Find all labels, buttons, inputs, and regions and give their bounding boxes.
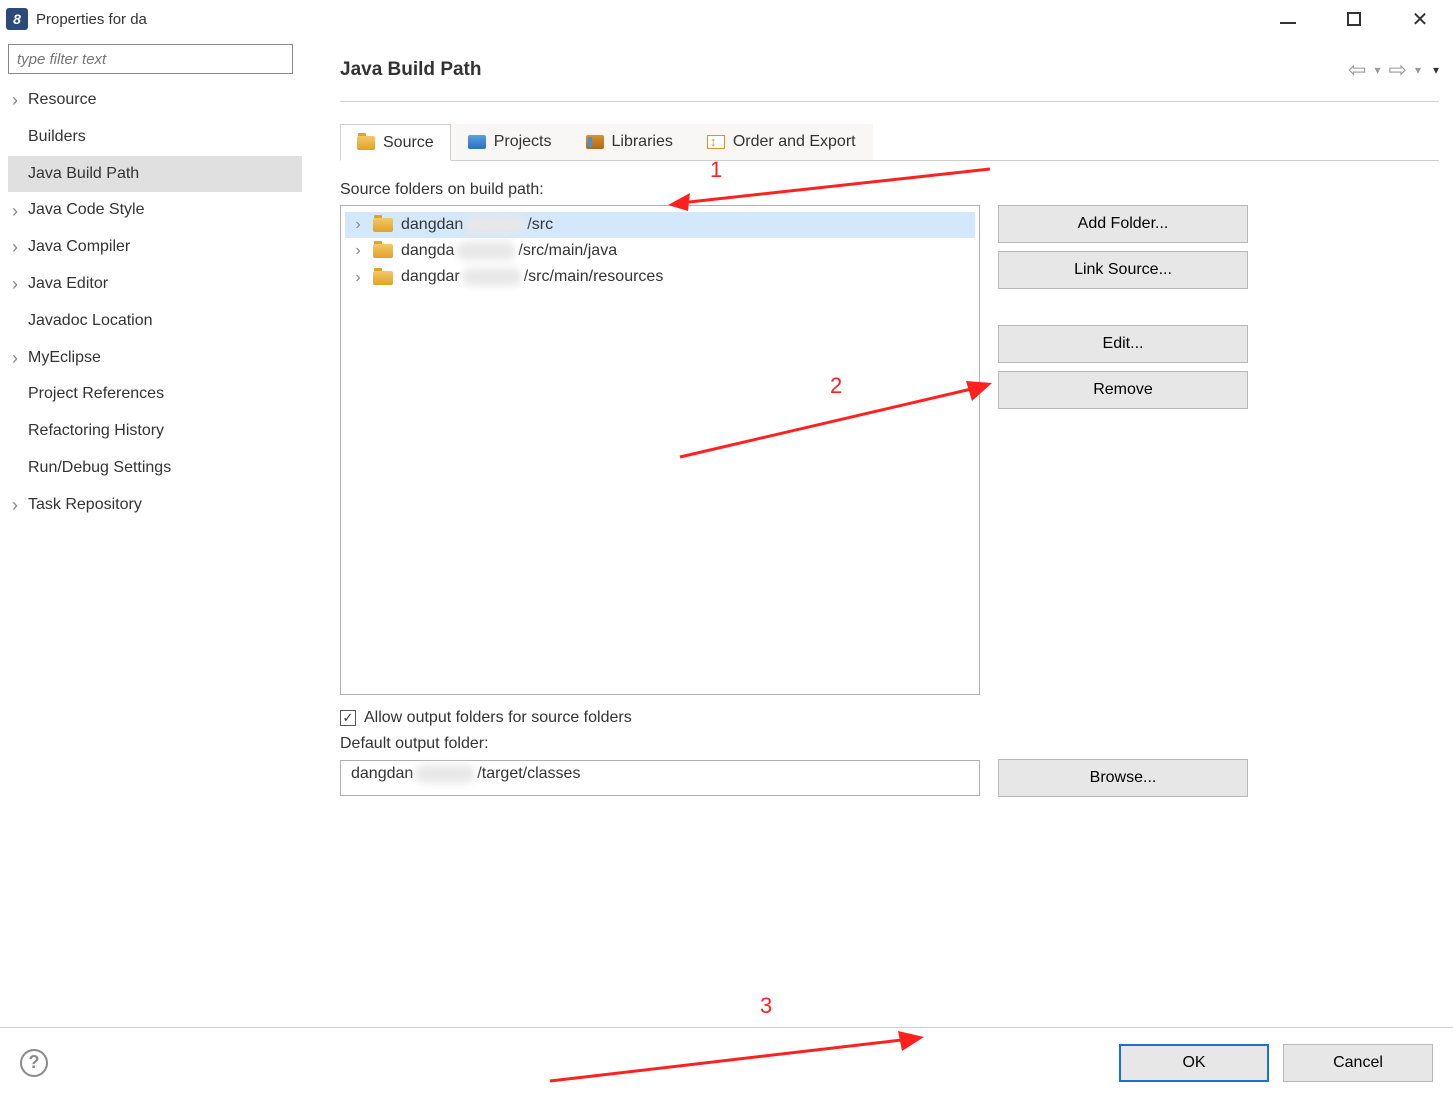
sidebar-item-resource[interactable]: Resource <box>8 82 302 119</box>
source-folder-row[interactable]: ›dangdan/src <box>345 212 975 238</box>
chevron-right-icon: › <box>351 269 365 287</box>
filter-input[interactable] <box>8 44 293 74</box>
view-menu-icon[interactable]: ▾ <box>1433 63 1439 77</box>
window-title: Properties for da <box>36 11 147 28</box>
dialog-footer: ? OK Cancel <box>0 1027 1453 1097</box>
cancel-button[interactable]: Cancel <box>1283 1044 1433 1082</box>
sidebar-item-run-debug-settings[interactable]: Run/Debug Settings <box>8 450 302 487</box>
source-folders-list[interactable]: ›dangdan/src›dangda/src/main/java›dangda… <box>340 205 980 695</box>
default-output-label: Default output folder: <box>340 735 1439 753</box>
tab-order-and-export[interactable]: Order and Export <box>690 124 873 160</box>
default-output-field[interactable]: dangdan/target/classes <box>340 760 980 796</box>
properties-sidebar: ResourceBuildersJava Build PathJava Code… <box>0 38 310 1027</box>
source-folder-row[interactable]: ›dangda/src/main/java <box>345 238 975 264</box>
edit-button[interactable]: Edit... <box>998 325 1248 363</box>
chevron-right-icon: › <box>351 242 365 260</box>
sidebar-item-builders[interactable]: Builders <box>8 119 302 156</box>
main-panel: Java Build Path ⇦ ▾ ⇨ ▾ ▾ SourceProjects… <box>310 38 1453 1027</box>
lib-icon <box>586 135 604 149</box>
ok-button[interactable]: OK <box>1119 1044 1269 1082</box>
add-folder-button[interactable]: Add Folder... <box>998 205 1248 243</box>
allow-output-label: Allow output folders for source folders <box>364 709 632 727</box>
help-icon[interactable]: ? <box>20 1049 48 1077</box>
package-folder-icon <box>373 271 393 285</box>
package-folder-icon <box>373 218 393 232</box>
link-source-button[interactable]: Link Source... <box>998 251 1248 289</box>
allow-output-checkbox[interactable]: ✓ <box>340 710 356 726</box>
window-titlebar: 8 Properties for da ✕ <box>0 0 1453 38</box>
tab-source[interactable]: Source <box>340 124 451 161</box>
page-title: Java Build Path <box>340 59 482 81</box>
nav-back-menu[interactable]: ▾ <box>1374 63 1380 77</box>
app-icon: 8 <box>6 8 28 30</box>
tab-projects[interactable]: Projects <box>451 124 569 160</box>
minimize-button[interactable] <box>1279 10 1297 28</box>
package-folder-icon <box>373 244 393 258</box>
sidebar-item-java-editor[interactable]: Java Editor <box>8 266 302 303</box>
sidebar-item-javadoc-location[interactable]: Javadoc Location <box>8 303 302 340</box>
nav-forward-icon[interactable]: ⇨ <box>1387 57 1409 83</box>
projects-icon <box>468 135 486 149</box>
sidebar-item-myeclipse[interactable]: MyEclipse <box>8 340 302 377</box>
source-folder-row[interactable]: ›dangdar/src/main/resources <box>345 264 975 290</box>
folder-icon <box>357 136 375 150</box>
close-button[interactable]: ✕ <box>1411 10 1429 28</box>
sidebar-item-refactoring-history[interactable]: Refactoring History <box>8 413 302 450</box>
sidebar-item-java-code-style[interactable]: Java Code Style <box>8 192 302 229</box>
source-folders-label: Source folders on build path: <box>340 181 1439 199</box>
sidebar-item-java-build-path[interactable]: Java Build Path <box>8 156 302 193</box>
sidebar-item-java-compiler[interactable]: Java Compiler <box>8 229 302 266</box>
nav-forward-menu[interactable]: ▾ <box>1415 63 1421 77</box>
browse-button[interactable]: Browse... <box>998 759 1248 797</box>
maximize-button[interactable] <box>1345 10 1363 28</box>
chevron-right-icon: › <box>351 216 365 234</box>
build-path-tabs: SourceProjectsLibrariesOrder and Export <box>340 124 1439 161</box>
remove-button[interactable]: Remove <box>998 371 1248 409</box>
annotation-1: 1 <box>710 157 722 183</box>
sidebar-item-project-references[interactable]: Project References <box>8 376 302 413</box>
tab-libraries[interactable]: Libraries <box>569 124 690 160</box>
sidebar-item-task-repository[interactable]: Task Repository <box>8 487 302 524</box>
order-icon <box>707 135 725 149</box>
nav-back-icon[interactable]: ⇦ <box>1346 57 1368 83</box>
